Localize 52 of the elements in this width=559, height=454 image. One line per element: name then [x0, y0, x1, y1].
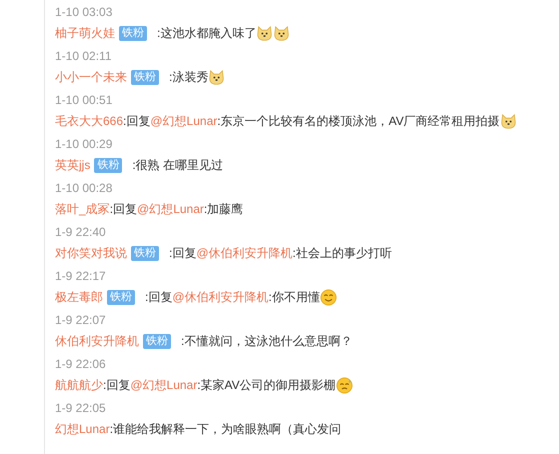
dog-face-icon	[273, 24, 290, 42]
comment-time: 1-9 22:17	[55, 268, 107, 285]
user-link[interactable]: 毛衣大大666	[55, 112, 124, 130]
comment-text: :不懂就问，这泳池什么意思啊？	[181, 333, 352, 350]
comment-text: :很熟 在哪里见过	[132, 157, 224, 174]
reply-label: :回复	[103, 377, 130, 394]
fan-badge: 铁粉	[94, 158, 122, 172]
comment-time: 1-9 22:05	[55, 400, 107, 417]
comment-time: 1-10 00:28	[55, 180, 114, 197]
comment-time: 1-9 22:07	[55, 312, 107, 329]
comment-text: :某家AV公司的御用摄影棚	[197, 377, 336, 394]
fan-badge: 铁粉	[131, 246, 159, 260]
user-link[interactable]: 对你笑对我说	[55, 244, 127, 262]
comment-text: :泳装秀	[169, 69, 208, 86]
comment-text: :加藤鹰	[204, 201, 244, 218]
comment-text: :社会上的事少打听	[292, 245, 392, 262]
mention-link[interactable]: @幻想Lunar	[130, 376, 198, 394]
mention-link[interactable]: @休伯利安升降机	[172, 288, 269, 306]
mention-link[interactable]: @幻想Lunar	[150, 112, 218, 130]
sweat-smiley-icon	[336, 376, 353, 394]
comment-time: 1-10 03:03	[55, 4, 114, 21]
dog-face-icon	[208, 68, 226, 86]
user-link[interactable]: 极左毒郎	[55, 288, 103, 306]
user-link[interactable]: 休伯利安升降机	[55, 332, 139, 350]
comment-text: :这池水都腌入味了	[157, 25, 256, 42]
reply-label: :回复	[169, 245, 196, 262]
comment-text: :谁能给我解释一下，为啥眼熟啊（真心发问	[110, 421, 342, 438]
comment-time: 1-10 02:11	[55, 48, 112, 65]
user-link[interactable]: 小小一个未来	[55, 68, 127, 86]
user-link[interactable]: 航航航少	[55, 376, 103, 394]
fan-badge: 铁粉	[119, 26, 147, 40]
reply-label: :回复	[145, 289, 172, 306]
user-link[interactable]: 英英jjs	[55, 156, 90, 174]
user-link[interactable]: 柚子萌火娃	[55, 24, 115, 42]
dog-face-icon	[500, 112, 517, 130]
fan-badge: 铁粉	[107, 290, 135, 304]
mention-link[interactable]: @休伯利安升降机	[196, 244, 293, 262]
reply-label: :回复	[110, 201, 138, 218]
user-link[interactable]: 幻想Lunar	[55, 420, 110, 438]
smiley-icon	[320, 288, 337, 306]
mention-link[interactable]: @幻想Lunar	[137, 200, 204, 218]
comment-time: 1-10 00:29	[55, 136, 114, 153]
dog-face-icon	[256, 24, 274, 42]
comment-time: 1-10 00:51	[55, 92, 114, 109]
comment-text: :东京一个比较有名的楼顶泳池，AV厂商经常租用拍摄	[217, 113, 500, 130]
fan-badge: 铁粉	[131, 70, 159, 84]
reply-label: :回复	[123, 113, 150, 130]
comment-time: 1-9 22:06	[55, 356, 107, 373]
fan-badge: 铁粉	[143, 334, 171, 348]
user-link[interactable]: 落叶_成冢	[55, 200, 110, 218]
comment-text: :你不用懂	[268, 289, 320, 306]
comment-time: 1-9 22:40	[55, 224, 107, 241]
